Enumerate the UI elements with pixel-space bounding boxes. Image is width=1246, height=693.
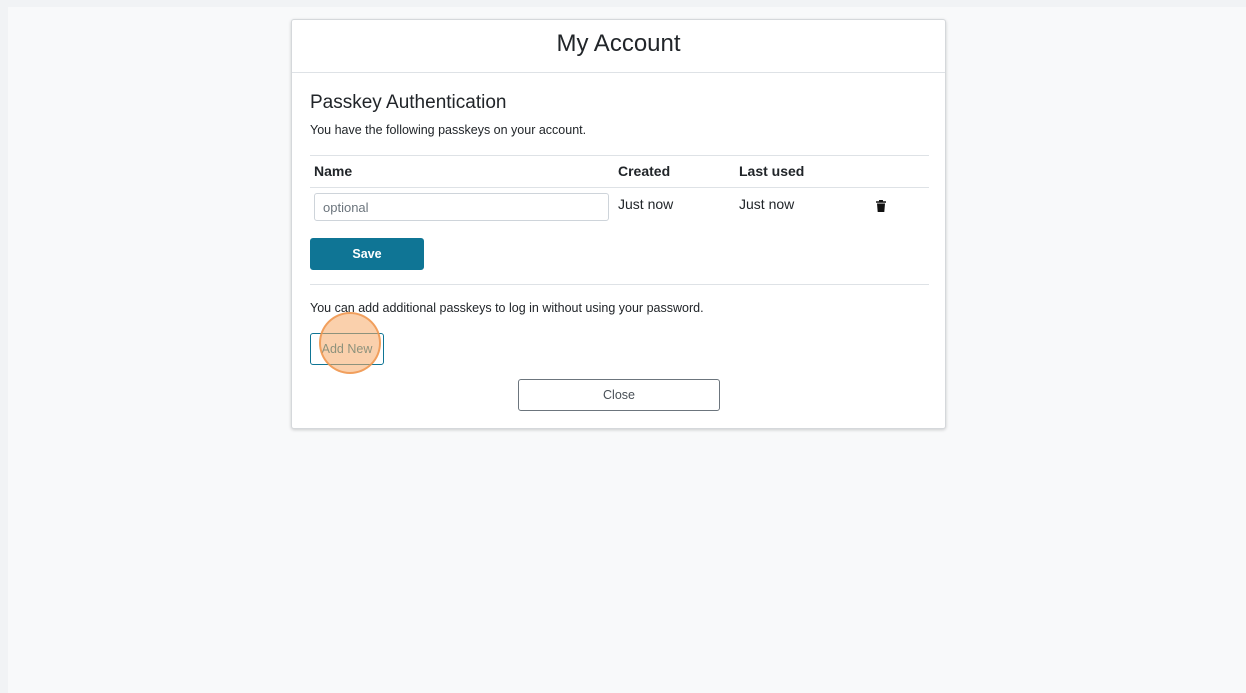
trash-icon[interactable] bbox=[874, 199, 888, 213]
passkey-last-used-value: Just now bbox=[739, 196, 795, 212]
add-new-passkey-button[interactable]: Add New bbox=[310, 333, 384, 365]
passkey-name-input[interactable] bbox=[314, 193, 609, 221]
passkey-created-value: Just now bbox=[618, 196, 674, 212]
passkey-table: Name Created Last used Just now Just now bbox=[310, 155, 929, 226]
column-header-name: Name bbox=[314, 163, 353, 179]
save-button[interactable]: Save bbox=[310, 238, 424, 270]
section-divider bbox=[310, 284, 929, 285]
table-row: Just now Just now bbox=[310, 188, 929, 226]
close-button[interactable]: Close bbox=[518, 379, 720, 411]
account-modal: My Account Passkey Authentication You ha… bbox=[291, 19, 946, 429]
passkey-section-description: You have the following passkeys on your … bbox=[310, 123, 587, 137]
table-header: Name Created Last used bbox=[310, 156, 929, 188]
modal-header: My Account bbox=[292, 20, 945, 73]
add-passkey-description: You can add additional passkeys to log i… bbox=[310, 301, 704, 315]
column-header-last-used: Last used bbox=[739, 163, 805, 179]
passkey-section-title: Passkey Authentication bbox=[310, 92, 507, 113]
modal-title: My Account bbox=[556, 30, 681, 57]
column-header-created: Created bbox=[618, 163, 671, 179]
